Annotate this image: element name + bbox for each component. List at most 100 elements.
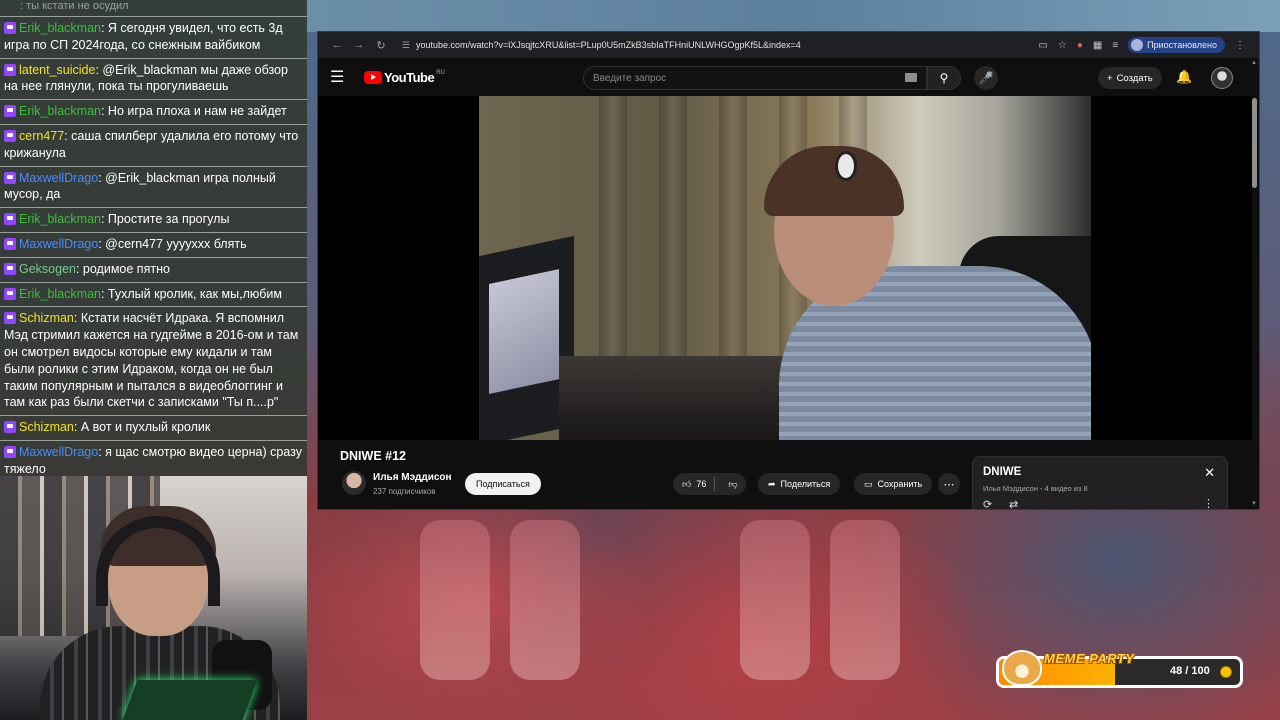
share-icon: ➦ [768,478,776,489]
chat-username[interactable]: Geksogen [19,262,76,276]
chat-username[interactable]: cern477 [19,129,64,143]
chat-text: : Простите за прогулы [100,212,230,227]
dislike-button[interactable]: 👎︎ [720,479,745,490]
url-text: youtube.com/watch?v=lXJsqjtcXRU&list=PLu… [416,40,801,50]
chat-badge-icon [4,105,16,118]
chat-username[interactable]: Schizman [19,311,74,325]
profile-avatar [1131,39,1144,51]
site-info-icon[interactable]: ☰ [402,40,416,51]
scroll-down-arrow-icon[interactable]: ▼ [1251,501,1257,507]
bookmark-star-icon[interactable]: ☆ [1058,40,1067,51]
chat-username[interactable]: MaxwellDrago [19,171,98,185]
chat-message: Geksogen: родимое пятно [0,256,307,282]
browser-menu-icon[interactable]: ⋮ [1235,40,1245,51]
search-icon: ⚲ [939,71,949,85]
video-player[interactable] [318,96,1252,440]
doge-icon [1002,650,1042,686]
chat-badge-icon [4,22,16,34]
bookmark-icon: ▭ [864,478,873,489]
background-figure [510,520,580,680]
chat-badge-icon [4,63,16,76]
chat-username[interactable]: Erik_blackman [19,104,101,118]
background-figure [420,520,490,680]
stream-chat: : ты кстати не осудил Erik_blackman: Я с… [0,0,307,476]
reading-list-icon[interactable]: ≡ [1112,40,1118,51]
close-icon[interactable]: ✕ [1204,465,1215,481]
video-frame [479,96,1091,440]
chat-badge-icon [4,287,16,300]
chat-message: Erik_blackman: Простите за прогулы [0,207,307,232]
chat-username[interactable]: latent_suicide [19,63,95,77]
video-info: DNIWE #12 Илья Мэддисон 237 подписчиков … [318,440,1259,509]
youtube-region: RU [436,70,445,76]
coin-icon [1220,666,1232,678]
chat-username[interactable]: Schizman [19,420,74,434]
more-icon: ⋯ [943,478,955,491]
install-app-icon[interactable]: ▭ [1038,40,1047,51]
chat-message: MaxwellDrago: @cern477 ууууххх блять [0,231,307,257]
youtube-logo-text: YouTube [384,69,435,85]
like-button[interactable]: 👍︎ 76 [673,477,716,491]
plus-icon: + [1107,72,1113,84]
chat-partial-message: : ты кстати не осудил [20,0,129,12]
chat-username[interactable]: Erik_blackman [19,21,101,35]
chat-text: : Тухлый кролик, как мы,любим [100,286,282,301]
video-title: DNIWE #12 [340,449,406,463]
more-actions-button[interactable]: ⋯ [938,473,960,495]
share-button[interactable]: ➦ Поделиться [758,473,841,495]
search-button[interactable]: ⚲ [927,66,961,90]
hamburger-menu-icon[interactable]: ☰ [330,67,350,87]
playlist-title[interactable]: DNIWE [983,466,1021,478]
subscriber-count: 237 подписчиков [373,487,436,496]
create-button[interactable]: + Создать [1098,67,1162,89]
chat-badge-icon [4,421,16,434]
browser-window: ← → ↻ ☰ youtube.com/watch?v=lXJsqjtcXRU&… [317,31,1260,510]
microphone-icon: 🎤 [978,71,994,85]
chat-username[interactable]: MaxwellDrago [19,445,98,459]
chat-username[interactable]: Erik_blackman [19,287,101,301]
channel-name[interactable]: Илья Мэддисон [373,472,452,483]
share-label: Поделиться [780,479,831,489]
loop-icon[interactable]: ⟳ [983,498,992,509]
chat-message: Erik_blackman: Тухлый кролик, как мы,люб… [0,281,307,307]
notifications-bell-icon[interactable]: 🔔 [1176,69,1192,85]
subscribe-button[interactable]: Подписаться [465,473,541,495]
extensions-puzzle-icon[interactable]: ▦ [1093,40,1102,51]
chat-message: Erik_blackman: Но игра плоха и нам не за… [0,99,307,124]
extension-badge-icon[interactable]: ● [1077,40,1083,51]
youtube-play-icon [364,70,382,84]
chat-badge-icon [4,129,16,142]
chat-username[interactable]: MaxwellDrago [19,237,98,251]
shuffle-icon[interactable]: ⇄ [1009,498,1018,509]
chat-message-list: Erik_blackman: Я сегодня увидел, что ест… [0,16,307,476]
account-avatar[interactable] [1211,67,1233,89]
youtube-logo[interactable]: YouTube RU [364,70,445,85]
chat-badge-icon [4,445,16,458]
background-sky [305,0,1280,32]
chat-message: MaxwellDrago: я щас смотрю видео церна) … [0,439,307,476]
channel-avatar[interactable] [342,471,366,495]
profile-button[interactable]: Приостановлено [1128,37,1225,53]
reload-icon[interactable]: ↻ [370,39,392,52]
thumbs-down-icon: 👎︎ [728,478,738,489]
playlist-panel: DNIWE Илья Мэддисон - 4 видео из 8 ✕ ⟳ ⇄… [972,456,1228,509]
scroll-up-arrow-icon[interactable]: ▲ [1251,60,1257,66]
save-button[interactable]: ▭ Сохранить [854,473,933,495]
chat-username[interactable]: Erik_blackman [19,212,101,226]
chat-badge-icon [4,171,16,184]
chat-badge-icon [4,237,16,250]
playlist-menu-icon[interactable]: ⋮ [1203,497,1214,509]
back-arrow-icon[interactable]: ← [326,39,348,51]
chat-text: : @cern477 ууууххх блять [98,236,247,251]
search-input[interactable] [583,66,927,90]
url-field[interactable]: ☰ youtube.com/watch?v=lXJsqjtcXRU&list=P… [396,35,1039,55]
chat-text: : Но игра плоха и нам не зайдет [100,104,287,119]
keyboard-icon[interactable] [905,73,917,82]
forward-arrow-icon[interactable]: → [348,39,370,51]
voice-search-button[interactable]: 🎤 [974,66,998,90]
search-bar: ⚲ [583,66,961,90]
chat-text: : родимое пятно [75,261,170,276]
page-scrollbar[interactable] [1252,98,1257,188]
chat-badge-icon [4,262,16,275]
save-label: Сохранить [877,479,923,489]
